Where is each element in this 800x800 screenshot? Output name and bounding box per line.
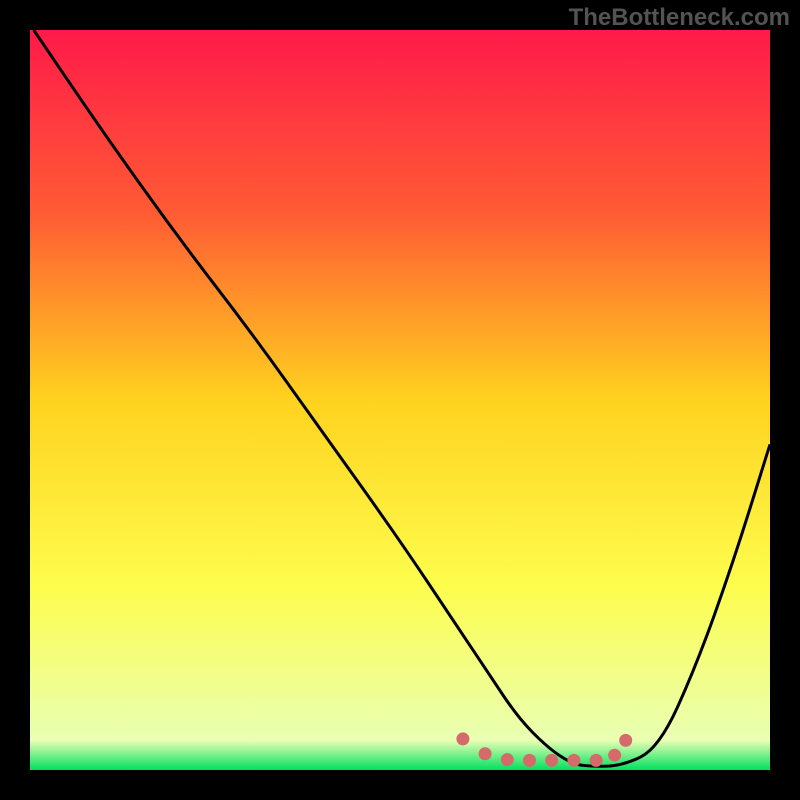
watermark-text: TheBottleneck.com [569,4,790,32]
gradient-background [30,30,770,770]
marker-dot [545,754,558,767]
bottleneck-chart [30,30,770,770]
marker-dot [523,754,536,767]
marker-dot [501,753,514,766]
marker-dot [567,754,580,767]
marker-dot [456,732,469,745]
chart-svg [30,30,770,770]
marker-dot [608,749,621,762]
marker-dot [479,747,492,760]
marker-dot [590,754,603,767]
marker-dot [619,734,632,747]
